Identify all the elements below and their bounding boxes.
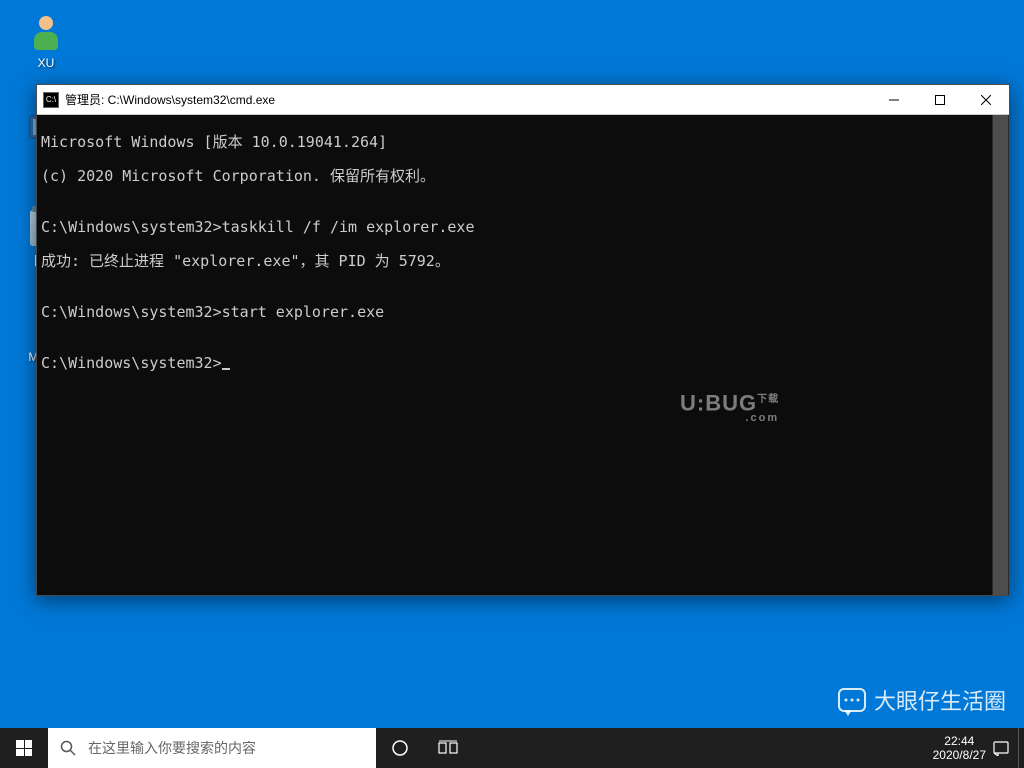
notifications-icon[interactable]: [992, 739, 1010, 757]
terminal-prompt: C:\Windows\system32>: [41, 355, 1005, 372]
cmd-icon: C:\: [43, 92, 59, 108]
chat-bubble-icon: [838, 688, 866, 712]
wechat-watermark: 大眼仔生活圈: [838, 684, 1006, 716]
search-box[interactable]: [48, 728, 376, 768]
icon-label: XU: [38, 56, 55, 70]
user-folder-icon[interactable]: XU: [8, 12, 84, 70]
windows-logo-icon: [16, 740, 32, 756]
terminal-line: (c) 2020 Microsoft Corporation. 保留所有权利。: [41, 168, 1005, 185]
terminal-line: 成功: 已终止进程 "explorer.exe"，其 PID 为 5792。: [41, 253, 1005, 270]
cursor: [222, 368, 230, 370]
titlebar[interactable]: C:\ 管理员: C:\Windows\system32\cmd.exe: [37, 85, 1009, 115]
scrollbar-thumb[interactable]: [993, 115, 1008, 595]
scrollbar[interactable]: [992, 115, 1009, 595]
taskbar: 22:44 2020/8/27: [0, 728, 1024, 768]
close-button[interactable]: [963, 85, 1009, 114]
window-title: 管理员: C:\Windows\system32\cmd.exe: [65, 91, 871, 108]
clock[interactable]: 22:44 2020/8/27: [933, 734, 986, 762]
minimize-button[interactable]: [871, 85, 917, 114]
cortana-button[interactable]: [376, 728, 424, 768]
search-icon: [60, 740, 76, 756]
show-desktop-button[interactable]: [1018, 728, 1024, 768]
task-view-icon: [438, 740, 458, 756]
task-view-button[interactable]: [424, 728, 472, 768]
start-button[interactable]: [0, 728, 48, 768]
cmd-window[interactable]: C:\ 管理员: C:\Windows\system32\cmd.exe Mic…: [36, 84, 1010, 596]
terminal-line: Microsoft Windows [版本 10.0.19041.264]: [41, 134, 1005, 151]
terminal-line: C:\Windows\system32>start explorer.exe: [41, 304, 1005, 321]
circle-icon: [391, 739, 409, 757]
terminal-body[interactable]: Microsoft Windows [版本 10.0.19041.264] (c…: [37, 115, 1009, 595]
person-icon: [26, 12, 66, 52]
terminal-line: C:\Windows\system32>taskkill /f /im expl…: [41, 219, 1005, 236]
search-input[interactable]: [88, 740, 364, 756]
maximize-button[interactable]: [917, 85, 963, 114]
system-tray: 22:44 2020/8/27: [925, 728, 1018, 768]
